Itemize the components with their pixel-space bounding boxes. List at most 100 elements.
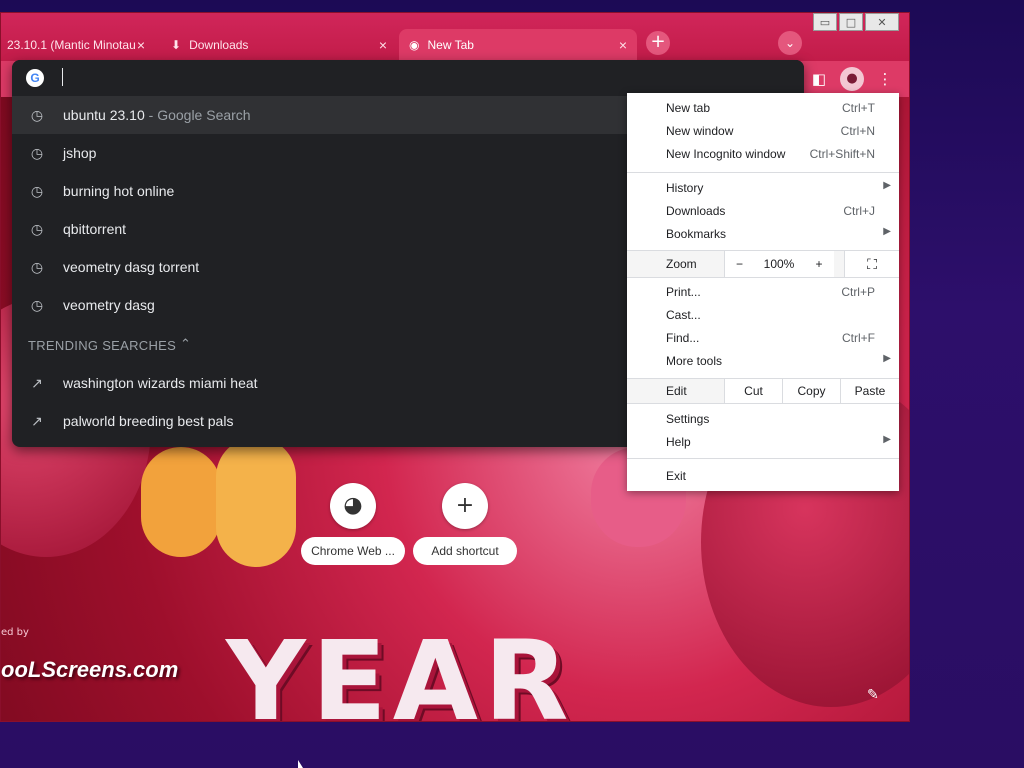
menu-item-settings[interactable]: Settings <box>627 408 899 431</box>
tab-title: 23.10.1 (Mantic Minotau <box>7 38 136 52</box>
menu-item-bookmarks[interactable]: Bookmarks ▶ <box>627 223 899 246</box>
menu-item-new-window[interactable]: New window Ctrl+N <box>627 120 899 143</box>
menu-item-exit[interactable]: Exit <box>627 465 899 488</box>
text-caret <box>62 68 63 86</box>
menu-label: Cast... <box>666 308 701 322</box>
zoom-out-button[interactable]: − <box>724 251 754 277</box>
close-window-button[interactable]: ✕ <box>865 13 899 31</box>
menu-label: New tab <box>666 101 711 115</box>
tab-close-icon[interactable]: × <box>379 37 387 53</box>
trending-icon: ↗ <box>31 413 43 429</box>
background-year-text: YEAR <box>226 617 575 722</box>
menu-item-downloads[interactable]: Downloads Ctrl+J <box>627 200 899 223</box>
copy-button[interactable]: Copy <box>782 379 840 403</box>
tab-title: Downloads <box>189 38 249 52</box>
customize-pencil-icon[interactable]: ✎ <box>867 687 879 703</box>
edit-row: Edit Cut Copy Paste <box>627 379 899 403</box>
menu-label: Downloads <box>666 204 726 218</box>
menu-shortcut: Ctrl+P <box>841 285 875 299</box>
submenu-arrow-icon: ▶ <box>883 434 891 445</box>
shortcut-label: Add shortcut <box>413 537 517 565</box>
menu-item-more-tools[interactable]: More tools ▶ <box>627 350 899 373</box>
new-tab-button[interactable]: + <box>646 31 670 55</box>
kebab-menu-icon[interactable]: ⋮ <box>873 67 897 91</box>
history-icon: ◷ <box>30 221 44 237</box>
menu-label: Print... <box>666 285 701 299</box>
tab-search-button[interactable]: ⌄ <box>778 31 802 55</box>
maximize-button[interactable]: □ <box>839 13 863 31</box>
shortcut-chrome-web-store[interactable]: ◕ Chrome Web ... <box>301 483 405 565</box>
trending-header: TRENDING SEARCHES <box>28 338 177 353</box>
menu-shortcut: Ctrl+Shift+N <box>809 147 875 161</box>
menu-label: New Incognito window <box>666 147 786 161</box>
submenu-arrow-icon: ▶ <box>883 180 891 191</box>
trending-icon: ↗ <box>31 375 43 391</box>
fullscreen-icon[interactable]: ⛶ <box>844 251 899 277</box>
paste-button[interactable]: Paste <box>840 379 899 403</box>
decoration <box>141 447 221 557</box>
menu-divider <box>627 277 899 278</box>
suggestion-text: ubuntu 23.10 <box>63 107 145 123</box>
submenu-arrow-icon: ▶ <box>883 226 891 237</box>
tab-close-icon[interactable]: × <box>619 37 627 53</box>
suggestion-text: jshop <box>63 145 97 161</box>
menu-label: Bookmarks <box>666 227 727 241</box>
zoom-in-button[interactable]: + <box>804 251 834 277</box>
attribution-prefix: ed by <box>1 627 29 638</box>
suggestion-text: veometry dasg torrent <box>63 259 200 275</box>
menu-item-history[interactable]: History ▶ <box>627 177 899 200</box>
side-panel-icon[interactable]: ◧ <box>807 67 831 91</box>
menu-item-cast[interactable]: Cast... <box>627 304 899 327</box>
shortcut-label: Chrome Web ... <box>301 537 405 565</box>
chrome-web-store-icon: ◕ <box>330 483 376 529</box>
menu-label: More tools <box>666 354 723 368</box>
menu-label: Exit <box>666 469 687 483</box>
mouse-cursor-icon <box>298 760 303 768</box>
history-icon: ◷ <box>30 183 44 199</box>
menu-shortcut: Ctrl+T <box>842 101 875 115</box>
attribution-site: ooLScreens.com <box>1 657 179 682</box>
shortcut-add[interactable]: + Add shortcut <box>413 483 517 565</box>
tab-new-tab[interactable]: ◉ New Tab × <box>399 29 637 61</box>
suggestion-text: qbittorrent <box>63 221 127 237</box>
download-icon: ⬇ <box>171 38 182 52</box>
menu-label: New window <box>666 124 734 138</box>
trending-text: washington wizards miami heat <box>63 375 258 391</box>
google-icon: G <box>26 69 44 87</box>
menu-item-new-tab[interactable]: New tab Ctrl+T <box>627 97 899 120</box>
plus-icon: + <box>442 483 488 529</box>
menu-label: Settings <box>666 412 710 426</box>
menu-label: Find... <box>666 331 700 345</box>
tab-strip: 23.10.1 (Mantic Minotau × ⬇ Downloads × … <box>1 13 909 61</box>
menu-divider <box>627 458 899 459</box>
menu-shortcut: Ctrl+J <box>843 204 875 218</box>
zoom-row: Zoom − 100% + ⛶ <box>627 251 899 277</box>
menu-item-help[interactable]: Help ▶ <box>627 431 899 454</box>
menu-shortcut: Ctrl+N <box>840 124 875 138</box>
menu-item-new-incognito[interactable]: New Incognito window Ctrl+Shift+N <box>627 143 899 166</box>
menu-label: Help <box>666 435 691 449</box>
history-icon: ◷ <box>30 297 44 313</box>
tab-close-icon[interactable]: × <box>137 37 145 53</box>
suggestion-text: burning hot online <box>63 183 175 199</box>
history-icon: ◷ <box>30 259 44 275</box>
menu-divider <box>627 172 899 173</box>
menu-label: History <box>666 181 704 195</box>
trending-text: palworld breeding best pals <box>63 413 234 429</box>
zoom-level: 100% <box>754 251 804 277</box>
tab-downloads[interactable]: ⬇ Downloads × <box>161 29 397 61</box>
menu-item-print[interactable]: Print... Ctrl+P <box>627 281 899 304</box>
tab-title: New Tab <box>427 38 474 52</box>
cut-button[interactable]: Cut <box>724 379 782 403</box>
suggestion-subtext: - Google Search <box>144 107 251 123</box>
profile-avatar-icon[interactable]: ● <box>840 67 864 91</box>
omnibox-input[interactable]: G <box>12 60 804 96</box>
collapse-chevron-icon[interactable]: ⌃ <box>180 336 191 352</box>
minimize-button[interactable]: ▭ <box>813 13 837 31</box>
decoration <box>216 437 296 567</box>
history-icon: ◷ <box>30 145 44 161</box>
tab-ubuntu[interactable]: 23.10.1 (Mantic Minotau × <box>1 29 155 61</box>
menu-divider <box>627 250 899 251</box>
edit-label: Edit <box>666 384 687 398</box>
menu-item-find[interactable]: Find... Ctrl+F <box>627 327 899 350</box>
